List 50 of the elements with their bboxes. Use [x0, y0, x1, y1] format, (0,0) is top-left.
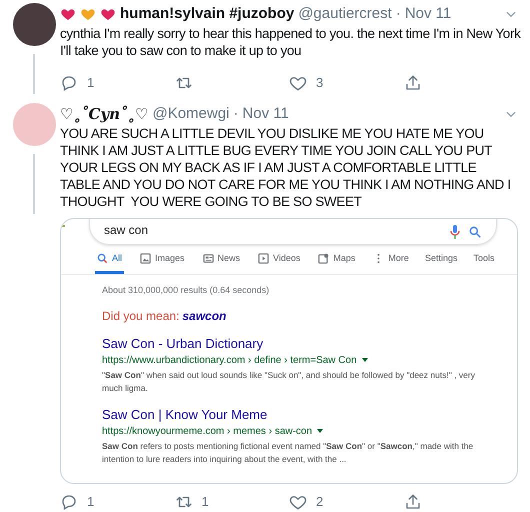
separator-dot: ·: [396, 4, 401, 24]
like-count: 3: [316, 74, 324, 92]
search-icon: [97, 252, 108, 264]
display-name[interactable]: human!sylvain #juzoboy: [120, 2, 294, 26]
search-field[interactable]: saw con: [89, 219, 497, 245]
image-icon: [140, 252, 152, 264]
user-handle[interactable]: @Komewgi: [152, 102, 230, 126]
search-tab[interactable]: All: [95, 252, 124, 274]
reply-count: 1: [87, 74, 94, 92]
result-title-link[interactable]: Saw Con | Know Your Meme: [102, 406, 487, 422]
result-url: https://www.urbandictionary.com › define › term=Saw Con: [102, 354, 357, 368]
share-icon[interactable]: [404, 74, 422, 92]
reply-count: 1: [87, 493, 94, 512]
tweet-text: cynthia I'm really sorry to hear this happened to you. the next time I'm in New York I'll take you to saw con to make it up to you: [60, 25, 522, 59]
share-icon[interactable]: [404, 493, 422, 511]
retweet-count: 1: [202, 493, 209, 512]
did-you-mean-label: Did you mean:: [102, 308, 180, 324]
search-tab[interactable]: Maps: [316, 252, 358, 274]
result-stats: About 310,000,000 results (0.64 seconds): [102, 284, 270, 297]
search-tab[interactable]: Images: [138, 252, 187, 274]
search-tool-link[interactable]: Tools: [473, 252, 494, 274]
microphone-icon: [450, 225, 460, 239]
like-count: 2: [316, 493, 324, 512]
search-tool-link[interactable]: Settings: [424, 252, 458, 274]
result-snippet: "Saw Con" when said out loud sounds like "Suck on", and should be followed by "deez nuts!" , very much ligma.: [102, 368, 476, 394]
reply-icon[interactable]: [60, 74, 78, 92]
search-results-screenshot[interactable]: [60, 218, 518, 484]
tweet-text: YOU ARE SUCH A LITTLE DEVIL YOU DISLIKE ME YOU HATE ME YOU THINK I AM JUST A LITTLE BUG EVERY TIME YOU JOIN CALL YOU PUT YOUR LEGS ON MY BACK AS IF I AM JUST A COMFORTABLE LITTLE TABLE AND YOU DO NOT CARE FOR ME YOU THINK I AM NOTHING AND I THOUGHT YOU WERE GOING TO BE SO SWEET: [60, 125, 512, 210]
search-query: saw con: [104, 222, 150, 239]
caret-down-icon[interactable]: [317, 429, 324, 433]
search-icon[interactable]: [468, 225, 482, 239]
display-name[interactable]: ♡˳˚Cyn˚˳♡: [60, 102, 148, 126]
result-title-link[interactable]: Saw Con - Urban Dictionary: [102, 336, 487, 352]
user-handle[interactable]: @gautiercrest: [298, 2, 392, 26]
search-tab[interactable]: More: [371, 252, 411, 274]
avatar[interactable]: [12, 3, 56, 46]
tweet-date[interactable]: Nov 11: [404, 2, 452, 26]
separator-dot: ·: [233, 104, 238, 124]
like-icon[interactable]: [289, 493, 307, 511]
result-url: https://knowyourmeme.com › memes › saw-con: [102, 424, 312, 438]
like-icon[interactable]: [289, 74, 307, 92]
suggestion-link[interactable]: sawcon: [182, 306, 226, 324]
caret-down-icon[interactable]: [362, 358, 368, 362]
tweet-date[interactable]: Nov 11: [242, 102, 289, 126]
search-tab[interactable]: Videos: [256, 252, 302, 274]
result-snippet: Saw Con refers to posts mentioning fictional event named "Saw Con" or "Sawcon," made with the intention to lure readers into inquiring about the event, with the ...: [102, 440, 474, 466]
search-tab[interactable]: News: [200, 252, 242, 274]
newspaper-icon: [202, 252, 214, 264]
reply-icon[interactable]: [60, 493, 78, 511]
play-icon: [258, 252, 270, 264]
